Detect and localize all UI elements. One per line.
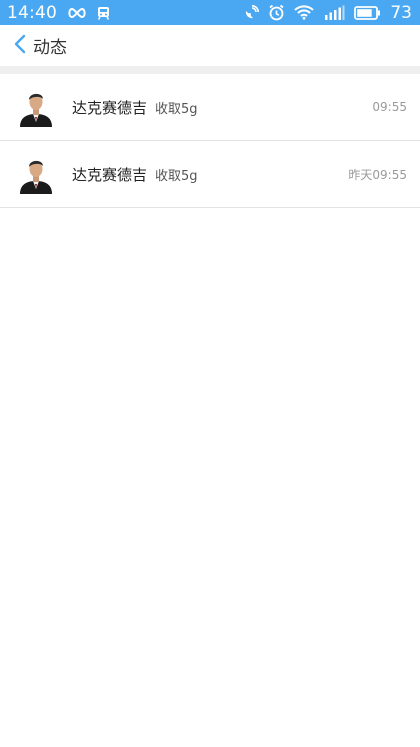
train-icon xyxy=(97,6,110,20)
signal-icon xyxy=(323,5,345,20)
item-time: 09:55 xyxy=(372,100,407,114)
item-time: 昨天09:55 xyxy=(348,167,407,182)
status-left: 14:40 xyxy=(7,3,110,23)
battery-percent: 73 xyxy=(390,2,412,23)
activity-list: 达克赛德吉 收取5g 09:55 达克赛德吉 收取5g 昨天09:55 xyxy=(0,74,420,208)
status-right: 73 xyxy=(243,3,412,23)
battery-icon xyxy=(354,5,381,20)
wifi-icon xyxy=(294,5,315,20)
avatar xyxy=(16,154,56,194)
alarm-icon xyxy=(268,4,285,21)
section-divider xyxy=(0,66,420,74)
page-title: 动态 xyxy=(33,38,67,58)
list-item[interactable]: 达克赛德吉 收取5g 昨天09:55 xyxy=(0,141,420,208)
chevron-left-icon xyxy=(14,34,26,58)
item-action: 收取5g xyxy=(155,168,198,184)
avatar xyxy=(16,87,56,127)
status-time: 14:40 xyxy=(7,2,57,23)
satellite-icon xyxy=(243,4,260,21)
item-name: 达克赛德吉 xyxy=(72,98,148,117)
item-action: 收取5g xyxy=(155,101,198,117)
header: 动态 xyxy=(0,25,420,66)
infinity-icon xyxy=(67,7,87,19)
list-item[interactable]: 达克赛德吉 收取5g 09:55 xyxy=(0,74,420,141)
back-button[interactable] xyxy=(5,25,35,66)
status-bar: 14:40 73 xyxy=(0,0,420,25)
item-name: 达克赛德吉 xyxy=(72,165,148,184)
